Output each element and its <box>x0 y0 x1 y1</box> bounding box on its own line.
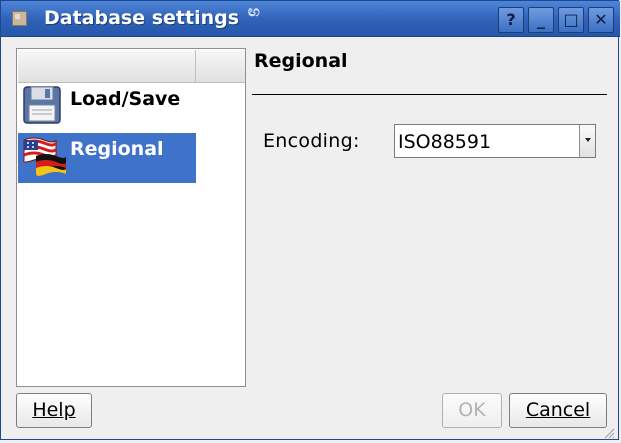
encoding-value: ISO88591 <box>398 131 492 153</box>
maximize-icon: □ <box>563 10 579 29</box>
sidebar-item-label: Regional <box>70 138 164 160</box>
sidebar-item-load-save[interactable]: Load/Save <box>18 83 196 133</box>
minimize-button[interactable]: _ <box>528 7 554 33</box>
page-title: Regional <box>254 50 348 72</box>
settings-category-list[interactable]: Load/Save Regional <box>16 48 246 387</box>
title-bar[interactable]: Database settings ඟ ? _ □ ✕ <box>1 1 620 37</box>
close-icon: ✕ <box>594 10 608 29</box>
help-title-button[interactable]: ? <box>498 7 524 33</box>
help-button[interactable]: Help <box>16 393 92 428</box>
minimize-icon: _ <box>537 10 545 29</box>
cancel-button[interactable]: Cancel <box>509 393 607 428</box>
ok-button-label: OK <box>458 399 486 421</box>
help-icon: ? <box>506 10 516 29</box>
help-button-label: Help <box>32 399 76 421</box>
maximize-button[interactable]: □ <box>558 7 584 33</box>
close-button[interactable]: ✕ <box>588 7 614 33</box>
sidebar-item-regional[interactable]: Regional <box>18 133 196 183</box>
resize-grip[interactable] <box>603 424 615 439</box>
swirl-icon: ඟ <box>248 4 260 20</box>
list-header[interactable] <box>18 50 245 83</box>
app-icon[interactable] <box>12 11 27 26</box>
window-title: Database settings <box>44 7 240 29</box>
chevron-down-icon[interactable] <box>579 125 595 157</box>
flags-icon <box>22 134 66 176</box>
encoding-label: Encoding: <box>263 130 360 152</box>
ok-button[interactable]: OK <box>442 393 502 428</box>
database-settings-dialog: Database settings ඟ ? _ □ ✕ Load/Save Re… <box>0 0 620 440</box>
cancel-button-label: Cancel <box>525 399 591 421</box>
encoding-select[interactable]: ISO88591 <box>394 124 596 158</box>
sidebar-item-label: Load/Save <box>70 88 181 110</box>
floppy-disk-icon <box>22 84 64 126</box>
divider <box>252 94 607 95</box>
